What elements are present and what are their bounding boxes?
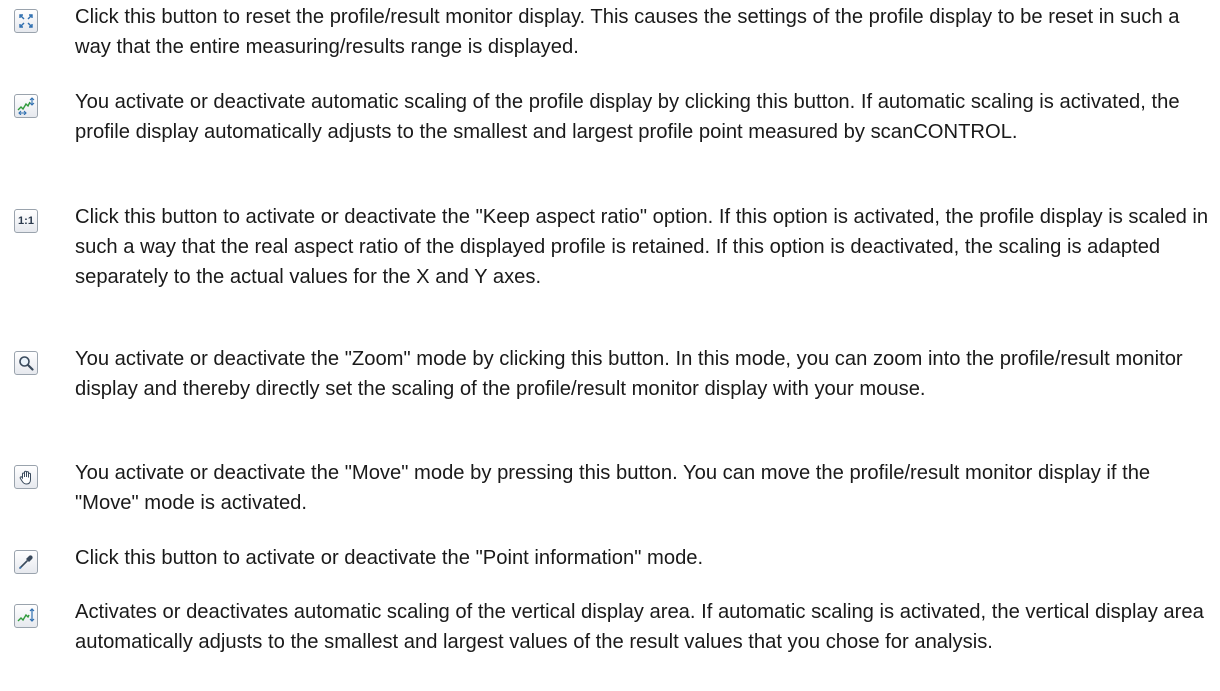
zoom-icon[interactable] [14, 351, 38, 375]
hand-move-icon[interactable] [14, 465, 38, 489]
entry-text: Click this button to reset the profile/r… [75, 6, 1180, 58]
entry-text: You activate or deactivate the "Zoom" mo… [75, 348, 1183, 400]
entry-text: You activate or deactivate the "Move" mo… [75, 462, 1151, 514]
aspect-ratio-icon[interactable]: 1:1 [14, 209, 38, 233]
entry-text: Activates or deactivates automatic scali… [75, 601, 1204, 653]
entry-text: Click this button to activate or deactiv… [75, 547, 704, 569]
entry-text: Click this button to activate or deactiv… [75, 206, 1209, 288]
entry-text: You activate or deactivate automatic sca… [75, 91, 1180, 143]
auto-scale-icon[interactable] [14, 94, 38, 118]
vertical-auto-scale-icon[interactable] [14, 604, 38, 628]
reset-view-icon[interactable] [14, 9, 38, 33]
pipette-icon[interactable] [14, 550, 38, 574]
aspect-ratio-label: 1:1 [18, 215, 34, 227]
